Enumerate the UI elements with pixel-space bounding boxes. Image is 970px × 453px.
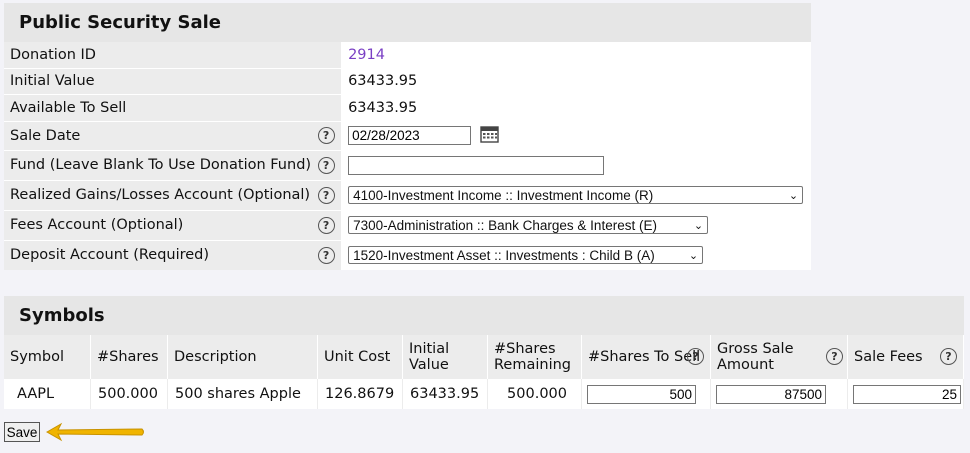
row-symbol: AAPL <box>4 379 91 409</box>
donation-id-link[interactable]: 2914 <box>348 47 385 63</box>
sale-date-help-icon[interactable]: ? <box>317 127 335 144</box>
initial-value: 63433.95 <box>341 68 811 95</box>
fees-account-label: Fees Account (Optional) <box>4 210 312 241</box>
col-initial-value: Initial Value <box>402 335 488 379</box>
col-unit-cost: Unit Cost <box>317 335 403 379</box>
security-sale-panel: Public Security Sale Donation ID 2914 In… <box>4 3 811 270</box>
chevron-down-icon: ⌄ <box>693 219 704 232</box>
fees-account-value: 7300-Administration :: Bank Charges & In… <box>353 217 657 233</box>
save-button[interactable]: Save <box>4 422 40 442</box>
col-fees-label: Sale Fees <box>854 349 923 365</box>
gains-account-help-icon[interactable]: ? <box>317 186 335 204</box>
row-unit-cost: 126.8679 <box>317 379 403 409</box>
chevron-down-icon: ⌄ <box>788 189 799 202</box>
fund-label: Fund (Leave Blank To Use Donation Fund) <box>4 150 312 181</box>
col-remaining-line2: Remaining <box>494 357 571 373</box>
fund-input[interactable] <box>348 155 605 175</box>
gains-account-select[interactable]: 4100-Investment Income :: Investment Inc… <box>348 186 804 204</box>
available-value: 63433.95 <box>341 94 811 122</box>
fees-help-icon[interactable]: ? <box>940 348 957 365</box>
fund-help-icon[interactable]: ? <box>317 156 335 174</box>
sale-fees-input[interactable] <box>853 384 961 404</box>
deposit-account-label: Deposit Account (Required) <box>4 240 312 270</box>
deposit-account-help-icon[interactable]: ? <box>317 246 335 264</box>
deposit-account-select[interactable]: 1520-Investment Asset :: Investments : C… <box>348 246 704 265</box>
col-description: Description <box>167 335 318 379</box>
gains-account-label: Realized Gains/Losses Account (Optional) <box>4 180 312 211</box>
col-remaining: #Shares Remaining <box>487 335 582 379</box>
calendar-icon[interactable] <box>479 125 499 147</box>
col-initial-value-line1: Initial <box>409 341 450 357</box>
symbols-panel: Symbols Symbol #Shares Description Unit … <box>4 296 964 409</box>
deposit-account-value: 1520-Investment Asset :: Investments : C… <box>353 247 655 263</box>
col-initial-value-line2: Value <box>409 357 449 373</box>
col-gross: Gross Sale Amount ? <box>710 335 848 379</box>
arrow-annotation-icon <box>45 422 144 442</box>
sale-date-label: Sale Date <box>4 121 312 151</box>
row-shares: 500.000 <box>90 379 168 409</box>
gross-help-icon[interactable]: ? <box>826 348 843 365</box>
symbols-title: Symbols <box>4 296 964 335</box>
row-initial-value: 63433.95 <box>402 379 488 409</box>
symbols-table: Symbol #Shares Description Unit Cost Ini… <box>4 335 964 409</box>
gains-account-value: 4100-Investment Income :: Investment Inc… <box>353 187 654 203</box>
fees-account-help-icon[interactable]: ? <box>317 216 335 234</box>
table-row: AAPL 500.000 500 shares Apple 126.8679 6… <box>4 379 964 409</box>
col-to-sell-label: #Shares To Sell <box>588 349 701 365</box>
row-remaining: 500.000 <box>487 379 582 409</box>
panel-title: Public Security Sale <box>4 3 811 42</box>
sale-date-input[interactable] <box>348 125 472 145</box>
col-symbol: Symbol <box>4 335 91 379</box>
col-fees: Sale Fees ? <box>847 335 964 379</box>
gross-amount-input[interactable] <box>716 384 826 404</box>
available-label: Available To Sell <box>4 94 342 122</box>
fees-account-select[interactable]: 7300-Administration :: Bank Charges & In… <box>348 216 709 234</box>
sale-form-table: Donation ID 2914 Initial Value 63433.95 … <box>4 42 811 270</box>
to-sell-help-icon[interactable]: ? <box>687 348 704 365</box>
initial-value-label: Initial Value <box>4 68 342 95</box>
donation-id-label: Donation ID <box>4 42 342 69</box>
chevron-down-icon: ⌄ <box>688 249 699 262</box>
shares-to-sell-input[interactable] <box>587 384 696 404</box>
row-description: 500 shares Apple <box>167 379 318 409</box>
col-shares: #Shares <box>90 335 168 379</box>
col-remaining-line1: #Shares <box>494 341 556 357</box>
col-to-sell: #Shares To Sell ? <box>581 335 711 379</box>
